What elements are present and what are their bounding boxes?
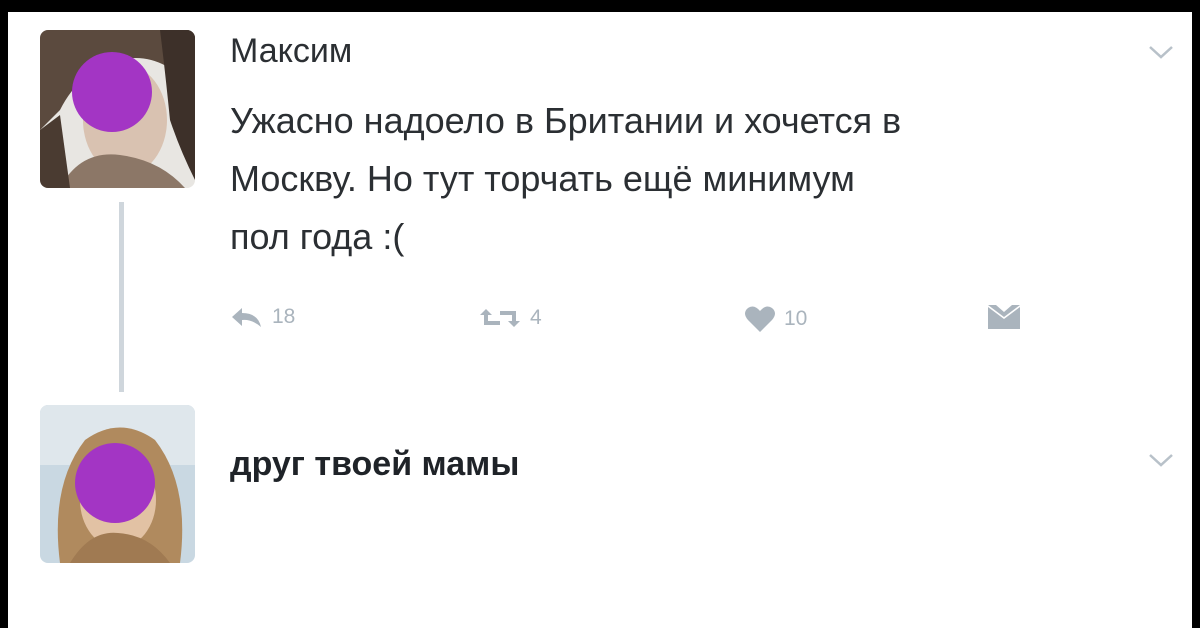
blur-circle <box>72 52 152 132</box>
tweet-text-line: Ужасно надоело в Британии и хочется в <box>230 100 902 141</box>
tweet-actions: 18 4 10 <box>8 299 1192 339</box>
thread-connector-line <box>119 202 124 392</box>
like-count: 10 <box>784 307 808 330</box>
retweet-count: 4 <box>530 306 542 329</box>
avatar-image <box>40 30 195 188</box>
avatar-maksim[interactable] <box>40 30 195 188</box>
tweet-thread-card: Максим Ужасно надоело в Британии и хочет… <box>8 12 1192 628</box>
like-button[interactable]: 10 <box>744 305 807 333</box>
retweet-button[interactable]: 4 <box>478 305 542 331</box>
retweet-icon <box>480 309 520 327</box>
tweet-text: Ужасно надоело в Британии и хочется в Мо… <box>230 92 1170 266</box>
envelope-icon <box>988 305 1020 329</box>
tweet-text-line: Москву. Но тут торчать ещё минимум <box>230 158 855 199</box>
reply-icon <box>232 308 261 327</box>
reply-button[interactable]: 18 <box>230 305 295 329</box>
chevron-down-icon[interactable] <box>1148 452 1174 468</box>
tweet-author-name[interactable]: Максим <box>230 32 352 71</box>
blur-circle <box>75 443 155 523</box>
reply-author-name[interactable]: друг твоей мамы <box>230 445 519 484</box>
avatar-reply-author[interactable] <box>40 405 195 563</box>
chevron-down-icon[interactable] <box>1148 44 1174 60</box>
direct-message-button[interactable] <box>986 303 1024 331</box>
tweet-text-line: пол года :( <box>230 216 405 257</box>
avatar-image <box>40 405 195 563</box>
heart-icon <box>745 306 775 332</box>
reply-count: 18 <box>272 305 296 328</box>
